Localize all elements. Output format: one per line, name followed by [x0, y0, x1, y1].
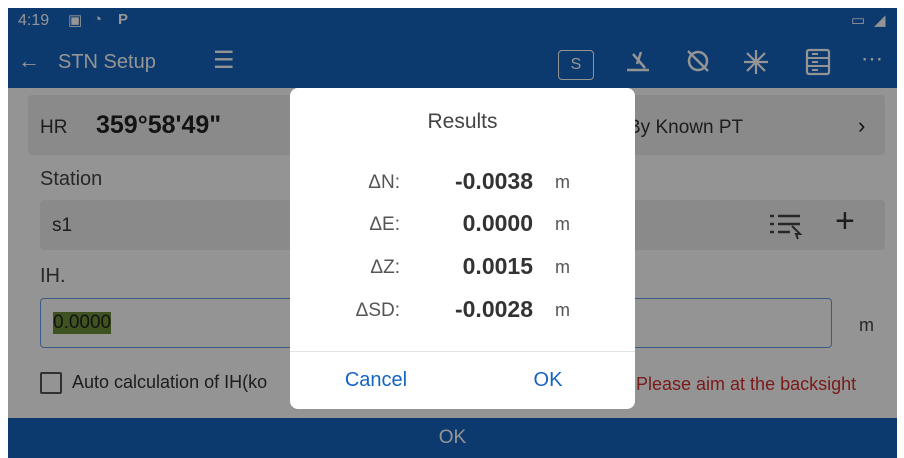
delta-e-value: 0.0000 [462, 210, 533, 236]
results-dialog: Results ΔN: -0.0038 m ΔE: 0.0000 m ΔZ: 0… [290, 88, 635, 409]
delta-sd-value: -0.0028 [454, 296, 533, 322]
app-screen: 4:19 ▣ ◔ P ▭ ◢ ← STN Setup ☰ S ⋯ HR 359°… [8, 8, 897, 458]
result-row: ΔN: -0.0038 m [290, 168, 635, 198]
result-row: ΔE: 0.0000 m [290, 210, 635, 240]
delta-z-value: 0.0015 [462, 253, 533, 279]
dialog-title: Results [427, 110, 498, 133]
result-row: ΔZ: 0.0015 m [290, 253, 635, 283]
result-row: ΔSD: -0.0028 m [290, 296, 635, 326]
delta-z-unit: m [555, 257, 570, 277]
delta-sd-unit: m [555, 300, 570, 320]
dialog-divider [290, 351, 635, 352]
delta-e-unit: m [555, 214, 570, 234]
ok-button[interactable]: OK [478, 358, 618, 403]
cancel-button[interactable]: Cancel [306, 358, 446, 403]
delta-n-value: -0.0038 [454, 168, 533, 194]
delta-n-unit: m [555, 172, 570, 192]
